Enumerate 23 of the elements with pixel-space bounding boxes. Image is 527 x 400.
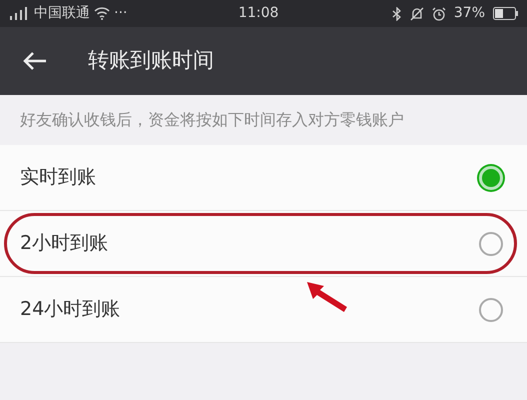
radio-button[interactable] [479, 232, 503, 256]
description-text: 好友确认收钱后，资金将按如下时间存入对方零钱账户 [19, 109, 405, 131]
pointer-arrow [306, 281, 348, 313]
back-arrow-icon [23, 51, 47, 71]
option-label: 2小时到账 [20, 231, 108, 256]
option-label: 实时到账 [20, 165, 96, 190]
option-row[interactable]: 2小时到账 [0, 211, 527, 277]
option-row[interactable]: 24小时到账 [0, 277, 527, 343]
more-dots: ··· [114, 4, 128, 23]
battery-icon [493, 7, 519, 20]
signal-icon [8, 6, 30, 20]
radio-button[interactable] [479, 166, 503, 190]
option-row[interactable]: 实时到账 [0, 145, 527, 211]
battery-percent: 37% [454, 4, 485, 23]
bell-muted-icon [410, 6, 424, 20]
carrier-name: 中国联通 [34, 4, 90, 23]
wifi-icon [94, 7, 110, 20]
clock-time: 11:08 [238, 4, 279, 23]
radio-button[interactable] [479, 298, 503, 322]
page-title: 转账到账时间 [88, 47, 214, 74]
bluetooth-icon [392, 6, 402, 20]
option-label: 24小时到账 [20, 297, 120, 322]
alarm-clock-icon [432, 6, 446, 20]
